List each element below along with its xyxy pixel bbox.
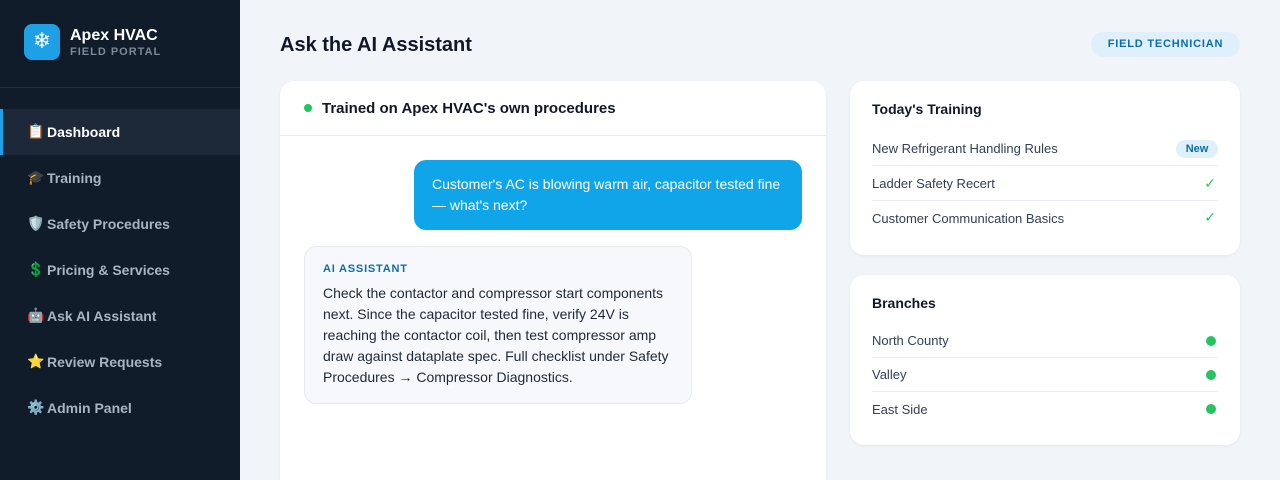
- nav-item-label: Admin Panel: [47, 400, 132, 416]
- shield-icon: 🛡️: [27, 216, 45, 232]
- nav-item-label: Training: [47, 170, 102, 186]
- chat-header: Trained on Apex HVAC's own procedures: [280, 81, 826, 136]
- role-badge: FIELD TECHNICIAN: [1091, 32, 1240, 57]
- star-icon: ⭐: [27, 354, 45, 370]
- branch-row[interactable]: East Side: [872, 392, 1218, 426]
- graduation-cap-icon: 🎓: [27, 170, 45, 186]
- status-dot: [1206, 369, 1216, 380]
- branch-name: North County: [872, 333, 949, 348]
- ai-message: AI ASSISTANT Check the contactor and com…: [304, 246, 692, 404]
- page-title: Ask the AI Assistant: [280, 34, 472, 56]
- nav-item-label: Pricing & Services: [47, 262, 170, 278]
- nav-item-pricing-services[interactable]: 💲 Pricing & Services: [0, 247, 240, 293]
- branch-name: East Side: [872, 401, 928, 417]
- nav-item-dashboard[interactable]: 📋 Dashboard: [0, 109, 240, 155]
- new-badge: New: [1176, 139, 1218, 158]
- check-icon: ✓: [1204, 175, 1216, 192]
- gear-icon: ⚙️: [27, 400, 45, 416]
- ai-message-label: AI ASSISTANT: [323, 263, 408, 275]
- dollar-icon: 💲: [27, 262, 45, 278]
- nav-item-label: Dashboard: [47, 124, 121, 140]
- branches-card-title: Branches: [872, 295, 936, 311]
- robot-icon: 🤖: [27, 308, 45, 324]
- training-item[interactable]: New Refrigerant Handling Rules New: [872, 132, 1218, 166]
- nav-item-label: Review Requests: [47, 354, 163, 370]
- branches-card: Branches North County Valley East Side: [850, 275, 1240, 445]
- branch-row[interactable]: North County: [872, 324, 1218, 358]
- status-dot: [1206, 404, 1216, 414]
- status-dot: [304, 104, 312, 112]
- brand-subtitle: FIELD PORTAL: [70, 46, 162, 58]
- nav-item-label: Ask AI Assistant: [47, 308, 157, 324]
- status-dot: [1206, 335, 1216, 346]
- clipboard-icon: 📋: [27, 124, 45, 140]
- snowflake-icon: ❄: [24, 24, 60, 60]
- user-message: Customer's AC is blowing warm air, capac…: [414, 160, 802, 230]
- nav-item-label: Safety Procedures: [47, 216, 170, 232]
- nav-item-safety-procedures[interactable]: 🛡️ Safety Procedures: [0, 201, 240, 247]
- chat-title: Trained on Apex HVAC's own procedures: [322, 100, 616, 117]
- nav-item-admin-panel[interactable]: ⚙️ Admin Panel: [0, 385, 240, 431]
- training-card-title: Today's Training: [872, 101, 982, 117]
- training-item-label: Customer Communication Basics: [872, 210, 1065, 226]
- training-item[interactable]: Ladder Safety Recert ✓: [872, 167, 1218, 201]
- nav-item-review-requests[interactable]: ⭐ Review Requests: [0, 339, 240, 385]
- branch-row[interactable]: Valley: [872, 358, 1218, 392]
- training-card: Today's Training New Refrigerant Handlin…: [850, 81, 1240, 255]
- check-icon: ✓: [1204, 210, 1216, 226]
- training-item-label: Ladder Safety Recert: [872, 176, 995, 191]
- nav-item-ask-ai-assistant[interactable]: 🤖 Ask AI Assistant: [0, 293, 240, 339]
- training-item-label: New Refrigerant Handling Rules: [872, 141, 1058, 156]
- branch-name: Valley: [872, 367, 907, 382]
- ai-message-text: Check the contactor and compressor start…: [323, 285, 669, 385]
- training-item[interactable]: Customer Communication Basics ✓: [872, 201, 1218, 235]
- brand-name: Apex HVAC: [70, 27, 158, 44]
- chat-panel: Trained on Apex HVAC's own procedures Cu…: [280, 81, 826, 480]
- brand: ❄ Apex HVAC FIELD PORTAL: [0, 0, 240, 88]
- sidebar: ❄ Apex HVAC FIELD PORTAL 📋 Dashboard 🎓 T…: [0, 0, 240, 480]
- nav-item-training[interactable]: 🎓 Training: [0, 155, 240, 201]
